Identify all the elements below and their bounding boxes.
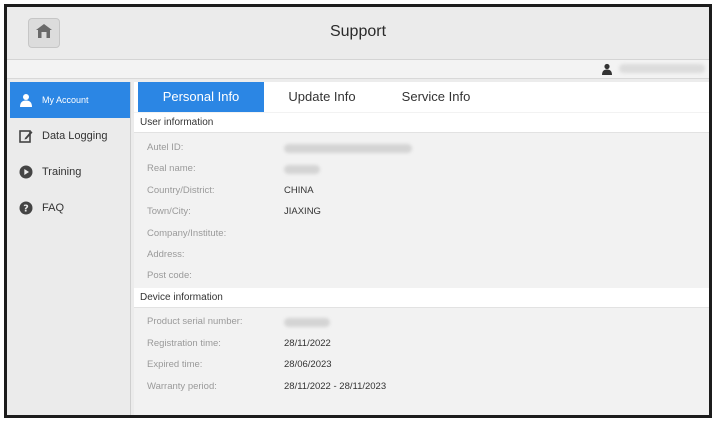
app-window: Support My Account Data Logging Training… bbox=[4, 4, 712, 418]
sidebar-item-label: Data Logging bbox=[42, 130, 108, 142]
sidebar-item-label: Training bbox=[42, 166, 82, 178]
serial-number-redacted bbox=[284, 318, 330, 327]
real-name-redacted bbox=[284, 165, 320, 174]
help-icon: ? bbox=[18, 200, 34, 216]
edit-icon bbox=[18, 128, 34, 144]
account-icon bbox=[601, 62, 613, 80]
sidebar-item-faq[interactable]: ? FAQ bbox=[10, 190, 130, 226]
user-name-redacted bbox=[619, 64, 705, 73]
row-label: Post code: bbox=[147, 270, 192, 281]
device-info-heading: Device information bbox=[134, 288, 709, 308]
row-value: CHINA bbox=[284, 185, 314, 196]
sidebar-item-label: My Account bbox=[42, 95, 89, 105]
user-icon bbox=[18, 92, 34, 108]
sidebar-item-training[interactable]: Training bbox=[10, 154, 130, 190]
row-label: Expired time: bbox=[147, 359, 203, 370]
row-label: Real name: bbox=[147, 163, 196, 174]
user-info-heading: User information bbox=[134, 113, 709, 133]
sidebar-item-label: FAQ bbox=[42, 202, 65, 214]
title-bar: Support bbox=[7, 7, 709, 60]
page-title: Support bbox=[329, 23, 387, 40]
tab-bar: Personal Info Update Info Service Info bbox=[134, 82, 709, 112]
play-icon bbox=[18, 164, 34, 180]
main-content: Personal Info Update Info Service Info U… bbox=[134, 82, 709, 415]
tab-update-info[interactable]: Update Info bbox=[272, 82, 372, 112]
row-value: 28/06/2023 bbox=[284, 359, 332, 370]
row-value: JIAXING bbox=[284, 206, 321, 217]
user-bar bbox=[7, 60, 709, 79]
tab-service-info[interactable]: Service Info bbox=[388, 82, 484, 112]
row-value: 28/11/2022 bbox=[284, 338, 331, 349]
svg-text:?: ? bbox=[23, 204, 29, 215]
row-label: Warranty period: bbox=[147, 381, 217, 392]
autel-id-redacted bbox=[284, 144, 412, 153]
row-label: Town/City: bbox=[147, 206, 191, 217]
tab-personal-info[interactable]: Personal Info bbox=[138, 82, 264, 112]
row-label: Autel ID: bbox=[147, 142, 184, 153]
row-label: Registration time: bbox=[147, 338, 221, 349]
row-label: Address: bbox=[147, 249, 185, 260]
row-label: Product serial number: bbox=[147, 316, 243, 327]
row-value: 28/11/2022 - 28/11/2023 bbox=[284, 381, 387, 392]
row-label: Company/Institute: bbox=[147, 228, 227, 239]
row-label: Country/District: bbox=[147, 185, 215, 196]
sidebar: My Account Data Logging Training ? FAQ bbox=[10, 82, 131, 415]
sidebar-item-my-account[interactable]: My Account bbox=[10, 82, 130, 118]
sidebar-item-data-logging[interactable]: Data Logging bbox=[10, 118, 130, 154]
